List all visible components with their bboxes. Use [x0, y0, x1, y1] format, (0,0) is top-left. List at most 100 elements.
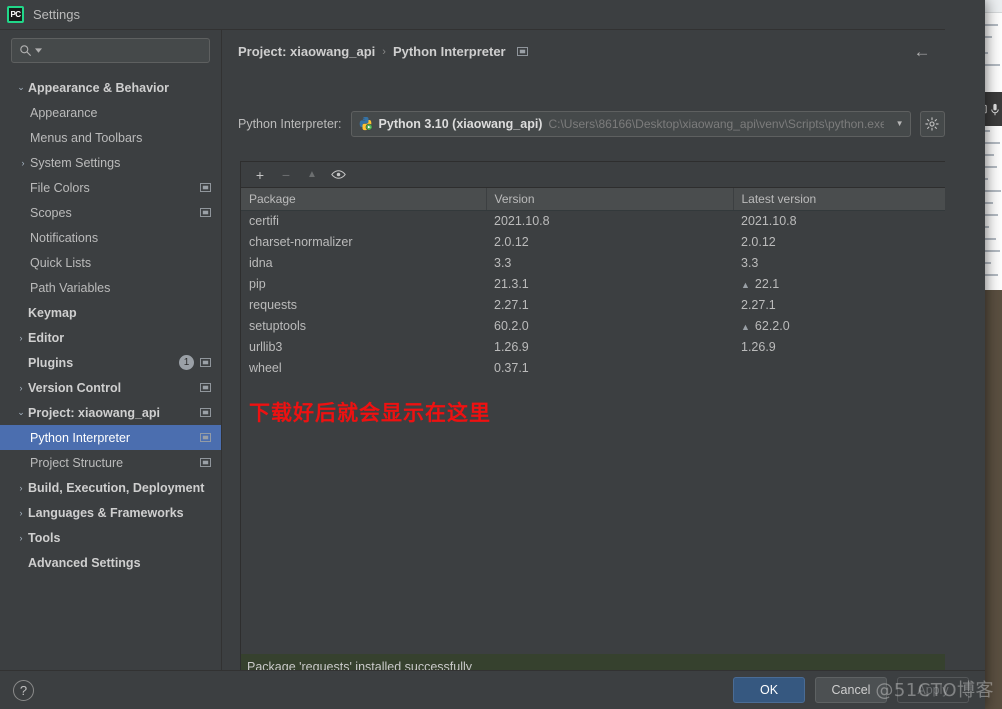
table-row[interactable]: idna 3.3 3.3	[241, 252, 945, 273]
interpreter-dropdown[interactable]: Python 3.10 (xiaowang_api) C:\Users\8616…	[350, 110, 911, 137]
cell-package: wheel	[249, 360, 282, 375]
upgrade-package-button[interactable]: ▲	[301, 164, 323, 186]
sidebar-item-label: Quick Lists	[30, 255, 92, 270]
sidebar-item-build-execution-deployment[interactable]: › Build, Execution, Deployment	[0, 475, 221, 500]
chevron-down-icon[interactable]: ▼	[890, 112, 910, 136]
table-row[interactable]: urllib3 1.26.9 1.26.9	[241, 336, 945, 357]
copy-settings-icon[interactable]	[200, 408, 211, 417]
dialog-footer: ? OK Cancel Apply	[0, 670, 985, 709]
sidebar-item-project-structure[interactable]: Project Structure	[0, 450, 221, 475]
column-header-version[interactable]: Version	[486, 188, 734, 211]
sidebar-item-project-xiaowang-api[interactable]: ⌄ Project: xiaowang_api	[0, 400, 221, 425]
sidebar-item-notifications[interactable]: Notifications	[0, 225, 221, 250]
copy-settings-icon[interactable]	[200, 208, 211, 217]
show-early-releases-button[interactable]	[327, 164, 349, 186]
sidebar-item-editor[interactable]: › Editor	[0, 325, 221, 350]
latest-version-value: 62.2.0	[754, 318, 790, 333]
chevron-right-icon[interactable]: ›	[14, 383, 28, 393]
sidebar-item-menus-and-toolbars[interactable]: Menus and Toolbars	[0, 125, 221, 150]
python-icon	[359, 116, 372, 131]
chevron-right-icon[interactable]: ›	[14, 333, 28, 343]
latest-version-value: 22.1	[754, 276, 780, 291]
cell-package: urllib3	[249, 339, 283, 354]
chevron-down-icon[interactable]	[35, 48, 42, 53]
plugin-update-badge: 1	[179, 355, 194, 370]
cell-latest-version	[733, 357, 945, 378]
sidebar-item-tools[interactable]: › Tools	[0, 525, 221, 550]
column-header-package[interactable]: Package	[241, 188, 487, 211]
copy-settings-icon[interactable]	[200, 383, 211, 392]
eye-icon	[330, 170, 346, 179]
cell-package: certifi	[249, 213, 279, 228]
remove-package-button[interactable]: −	[275, 164, 297, 186]
sidebar-item-label: Tools	[28, 530, 61, 545]
chevron-right-icon[interactable]: ›	[14, 508, 28, 518]
copy-settings-icon[interactable]	[200, 433, 211, 442]
annotation-text: 下载好后就会显示在这里	[249, 401, 491, 425]
cell-version: 2.0.12	[494, 234, 529, 249]
column-header-latest-version[interactable]: Latest version	[733, 188, 945, 211]
dialog-title: Settings	[33, 7, 80, 22]
sidebar-item-keymap[interactable]: Keymap	[0, 300, 221, 325]
breadcrumb-page: Python Interpreter	[392, 44, 506, 59]
cell-latest-version: ▲ 62.2.0	[733, 315, 945, 336]
chevron-right-icon[interactable]: ›	[16, 158, 30, 168]
sidebar-item-label: System Settings	[30, 155, 121, 170]
cell-latest-version: 3.3	[741, 255, 759, 270]
sidebar-item-path-variables[interactable]: Path Variables	[0, 275, 221, 300]
sidebar-item-label: Languages & Frameworks	[28, 505, 184, 520]
copy-settings-icon[interactable]	[200, 358, 211, 367]
cell-version: 0.37.1	[494, 360, 529, 375]
cancel-button[interactable]: Cancel	[815, 677, 887, 703]
interpreter-settings-button[interactable]	[919, 110, 945, 137]
sidebar-item-python-interpreter[interactable]: Python Interpreter	[0, 425, 221, 450]
search-box[interactable]	[11, 38, 210, 63]
copy-settings-icon[interactable]	[200, 458, 211, 467]
sidebar-item-advanced-settings[interactable]: Advanced Settings	[0, 550, 221, 575]
chevron-right-icon[interactable]: ›	[14, 483, 28, 493]
sidebar-item-scopes[interactable]: Scopes	[0, 200, 221, 225]
copy-settings-icon[interactable]	[200, 183, 211, 192]
search-input[interactable]	[45, 43, 202, 58]
sidebar-item-quick-lists[interactable]: Quick Lists	[0, 250, 221, 275]
sidebar-item-label: Python Interpreter	[30, 430, 131, 445]
back-button[interactable]: ←	[912, 42, 932, 62]
sidebar-item-appearance[interactable]: Appearance	[0, 100, 221, 125]
sidebar-item-plugins[interactable]: Plugins 1	[0, 350, 221, 375]
table-row[interactable]: certifi 2021.10.8 2021.10.8	[241, 210, 945, 231]
sidebar-item-label: Version Control	[28, 380, 122, 395]
cell-version: 2.27.1	[494, 297, 529, 312]
packages-panel: + − ▲ Package Version Latest version cer…	[240, 161, 945, 670]
dialog-title-bar: PC Settings	[0, 0, 945, 30]
chevron-down-icon[interactable]: ⌄	[14, 82, 28, 93]
sidebar-item-label: File Colors	[30, 180, 90, 195]
sidebar-item-label: Advanced Settings	[28, 555, 141, 570]
interpreter-row: Python Interpreter: Python 3.10 (xiaowan…	[238, 110, 945, 137]
breadcrumb-project[interactable]: Project: xiaowang_api	[238, 44, 375, 59]
ok-button[interactable]: OK	[733, 677, 805, 703]
packages-table: Package Version Latest version certifi 2021…	[241, 188, 945, 378]
sidebar-item-label: Appearance & Behavior	[28, 80, 170, 95]
copy-settings-icon[interactable]	[516, 47, 528, 56]
sidebar-item-languages-frameworks[interactable]: › Languages & Frameworks	[0, 500, 221, 525]
table-row[interactable]: setuptools 60.2.0 ▲ 62.2.0	[241, 315, 945, 336]
table-row[interactable]: pip 21.3.1 ▲ 22.1	[241, 273, 945, 294]
table-row[interactable]: charset-normalizer 2.0.12 2.0.12	[241, 231, 945, 252]
add-package-button[interactable]: +	[249, 164, 271, 186]
table-row[interactable]: requests 2.27.1 2.27.1	[241, 294, 945, 315]
table-row[interactable]: wheel 0.37.1	[241, 357, 945, 378]
cell-latest-version: 2021.10.8	[741, 213, 797, 228]
sidebar-item-appearance-behavior[interactable]: ⌄ Appearance & Behavior	[0, 75, 221, 100]
cell-latest-version: 2.27.1	[741, 297, 776, 312]
sidebar-item-system-settings[interactable]: › System Settings	[0, 150, 221, 175]
settings-main-panel: Project: xiaowang_api › Python Interpret…	[223, 30, 945, 670]
sidebar-item-version-control[interactable]: › Version Control	[0, 375, 221, 400]
chevron-right-icon[interactable]: ›	[14, 533, 28, 543]
sidebar-item-label: Scopes	[30, 205, 72, 220]
chevron-down-icon[interactable]: ⌄	[14, 407, 28, 418]
help-button[interactable]: ?	[13, 679, 34, 701]
cell-latest-version: ▲ 22.1	[733, 273, 945, 294]
sidebar-item-file-colors[interactable]: File Colors	[0, 175, 221, 200]
apply-button: Apply	[897, 677, 969, 703]
cell-version: 2021.10.8	[494, 213, 550, 228]
